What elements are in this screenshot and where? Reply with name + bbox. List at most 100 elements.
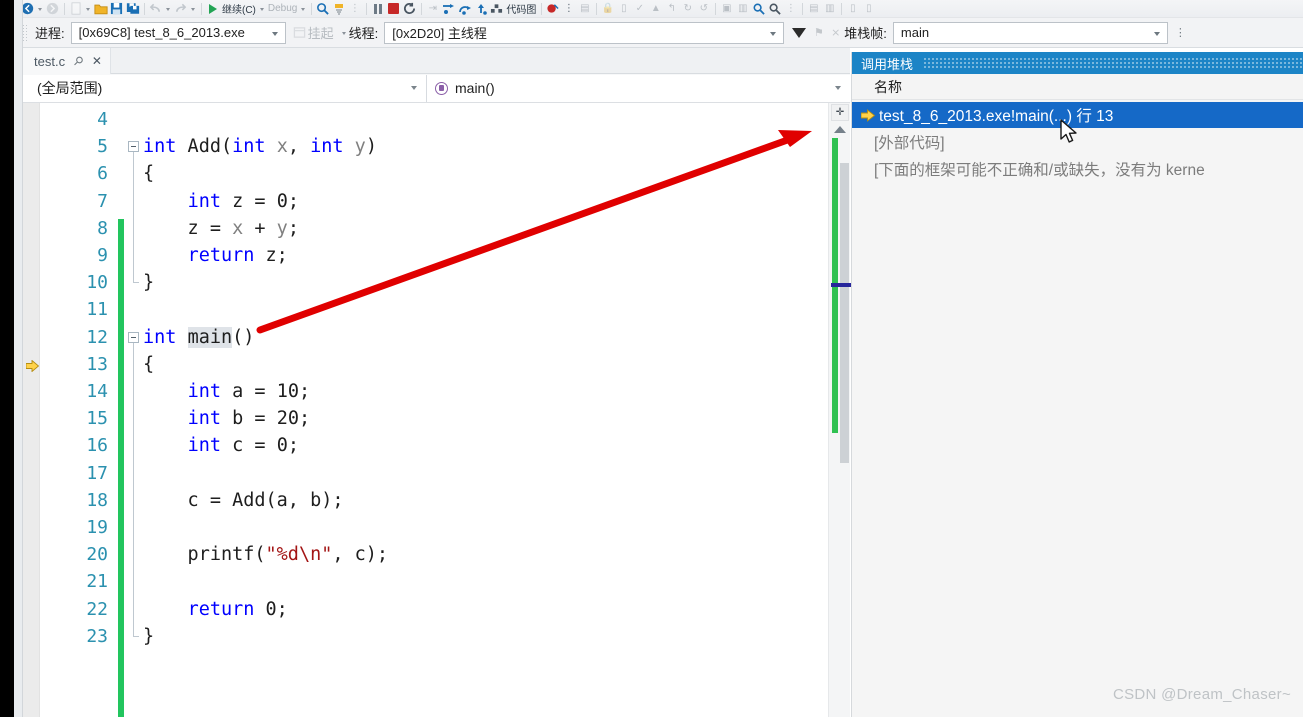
call-stack-row[interactable]: [下面的框架可能不正确和/或缺失，没有为 kerne [852, 156, 1303, 182]
start-debug-icon[interactable] [205, 1, 220, 17]
code-line[interactable]: int a = 10; [143, 382, 311, 402]
suspend-label[interactable]: 挂起 [308, 23, 334, 42]
code-line[interactable]: int main() [143, 326, 254, 348]
breakpoints-window-icon[interactable]: ▤ [577, 1, 592, 17]
method-icon [435, 81, 448, 95]
refresh-icon[interactable]: ↻ [680, 1, 695, 17]
code-token: , [287, 136, 311, 158]
undo-icon[interactable] [148, 1, 163, 17]
step-out-icon[interactable] [473, 1, 488, 17]
copy-icon[interactable]: ▯ [616, 1, 631, 17]
show-next-statement-icon[interactable]: ⇥ [425, 1, 440, 17]
chevron-down-icon[interactable] [835, 86, 841, 90]
redo-dropdown-icon[interactable] [191, 7, 195, 11]
code-line[interactable]: { [143, 165, 154, 184]
stack-frame-combobox[interactable]: main [892, 21, 1168, 44]
code-line[interactable]: } [143, 627, 154, 647]
forward-navigate-icon[interactable] [45, 1, 60, 17]
code-map-label[interactable]: 代码图 [506, 1, 536, 16]
code-line[interactable]: z = x + y; [143, 219, 299, 239]
toolbar-separator [201, 2, 202, 15]
save-all-icon[interactable] [125, 1, 140, 17]
step-into-icon[interactable] [441, 1, 456, 17]
options-icon[interactable]: ⋮ [347, 1, 362, 17]
shield-icon[interactable]: ▲ [648, 1, 663, 17]
chevron-down-icon[interactable] [1153, 31, 1160, 36]
filter-icon[interactable] [792, 27, 807, 38]
save-icon[interactable] [109, 1, 124, 17]
split-view-handle[interactable]: ✛ [831, 104, 849, 121]
debug-config-dropdown-icon[interactable] [301, 7, 306, 11]
undo-dropdown-icon[interactable] [166, 7, 170, 11]
new-file-dropdown-icon[interactable] [86, 7, 90, 11]
properties-icon[interactable]: ▯ [861, 1, 876, 17]
debug-config-label[interactable]: Debug [268, 3, 297, 14]
continue-button-label[interactable]: 继续(C) [222, 1, 256, 16]
chevron-down-icon[interactable] [271, 31, 278, 36]
attach-dropdown-icon[interactable] [331, 1, 346, 17]
restart-icon[interactable] [402, 1, 417, 17]
code-line[interactable]: { [143, 355, 154, 375]
call-stack-column-header[interactable]: 名称 [852, 74, 1303, 100]
breakpoint-margin[interactable] [23, 103, 40, 717]
code-token: z = [220, 190, 277, 212]
collapse-region-icon[interactable] [128, 141, 139, 153]
suspend-dropdown-icon[interactable] [341, 31, 346, 35]
check-icon[interactable]: ✓ [632, 1, 647, 17]
chevron-down-icon[interactable] [411, 86, 417, 90]
close-icon[interactable]: ✕ [92, 54, 102, 68]
code-line[interactable]: int b = 20; [143, 409, 311, 429]
code-line[interactable]: c = Add(a, b); [143, 491, 344, 511]
undo2-icon[interactable]: ↰ [664, 1, 679, 17]
code-line[interactable]: } [143, 273, 154, 293]
stop-icon[interactable] [386, 1, 401, 17]
process-combobox[interactable]: [0x69C8] test_8_6_2013.exe [70, 21, 286, 44]
redo-icon[interactable] [173, 1, 188, 17]
toolbar-overflow-icon[interactable]: ⋮ [1172, 24, 1189, 41]
code-map-icon[interactable] [489, 1, 504, 17]
pin-icon[interactable]: ⚲ [70, 53, 86, 69]
history-icon[interactable]: ↺ [696, 1, 711, 17]
search-options-icon[interactable]: ⋮ [783, 1, 798, 17]
code-text-area[interactable]: int Add(int x, int y) { int z = 0; z = x … [143, 103, 850, 717]
call-stack-title-bar[interactable]: 调用堆栈 [852, 52, 1303, 74]
toolbox-icon[interactable]: ▯ [845, 1, 860, 17]
window-icon[interactable]: ▣ [719, 1, 734, 17]
suspend-icon[interactable] [291, 24, 308, 41]
collapse-region-icon[interactable] [128, 331, 139, 343]
code-line[interactable]: return 0; [143, 600, 288, 620]
step-over-icon[interactable] [457, 1, 472, 17]
scope-combobox[interactable]: (全局范围) [23, 74, 427, 102]
window-layout-icon[interactable]: ▤ [806, 1, 821, 17]
code-editor[interactable]: 4 5 6 7 8 9 10 11 12 13 14 15 16 17 18 19 20 21 22 23 int A… [23, 103, 850, 717]
attach-process-icon[interactable] [315, 1, 330, 17]
compare-icon[interactable]: ▥ [735, 1, 750, 17]
back-dropdown-icon[interactable] [38, 7, 42, 11]
open-file-icon[interactable] [93, 1, 108, 17]
code-line[interactable]: int Add(int x, int y) [143, 136, 377, 158]
scroll-up-arrow-icon[interactable] [834, 126, 846, 133]
new-file-icon[interactable] [68, 1, 83, 17]
scrollbar-thumb[interactable] [840, 163, 849, 463]
toggle-breakpoint-icon[interactable] [545, 1, 560, 17]
function-combobox[interactable]: main() [427, 74, 850, 102]
code-line[interactable]: printf("%d\n", c); [143, 545, 389, 565]
lock-icon[interactable]: 🔒 [600, 1, 615, 17]
pause-icon[interactable] [370, 1, 385, 17]
breakpoint-options-icon[interactable]: ⋮ [561, 1, 576, 17]
find-icon[interactable] [751, 1, 766, 17]
code-line[interactable]: int c = 0; [143, 437, 299, 456]
continue-dropdown-icon[interactable] [259, 7, 264, 11]
code-line[interactable]: return z; [143, 246, 288, 266]
unflag-icon[interactable]: ⨯ [827, 24, 844, 41]
thread-combobox[interactable]: [0x2D20] 主线程 [384, 21, 785, 44]
flag-icon[interactable]: ⚑ [810, 24, 827, 41]
panel-drag-grip[interactable] [923, 57, 1303, 69]
search-all-icon[interactable] [767, 1, 782, 17]
editor-vertical-scrollbar[interactable]: ✛ [828, 103, 851, 717]
tab-test-c[interactable]: test.c ⚲ ✕ [23, 48, 111, 74]
code-line[interactable]: int z = 0; [143, 190, 299, 212]
outlining-margin[interactable] [127, 103, 143, 717]
chevron-down-icon[interactable] [770, 31, 777, 36]
split-window-icon[interactable]: ▥ [822, 1, 837, 17]
